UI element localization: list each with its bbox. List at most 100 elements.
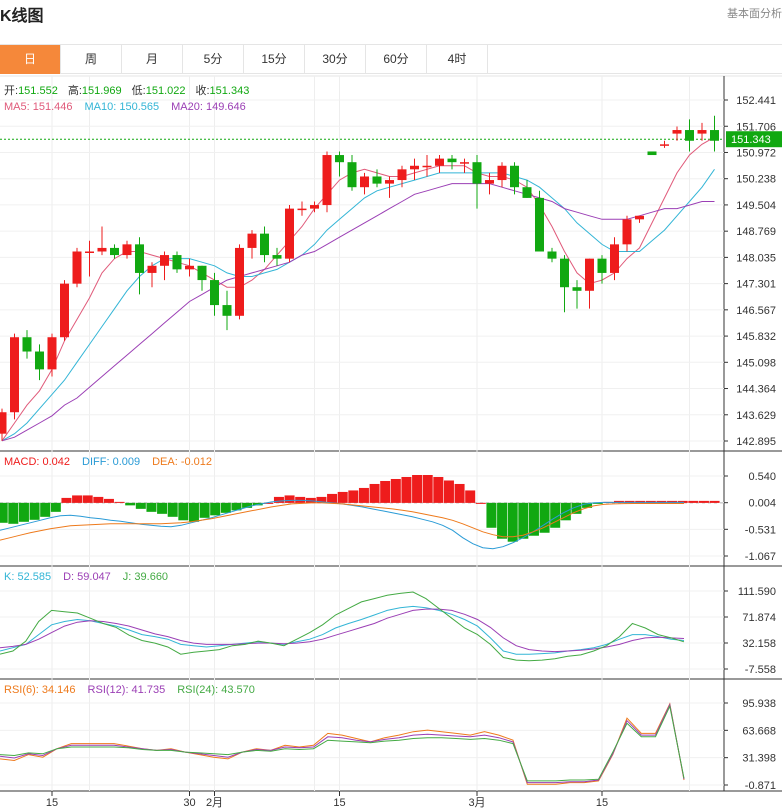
candle-body [385, 180, 394, 184]
kdj-info-item: K: 52.585 [4, 571, 51, 583]
rsi6-line [0, 702, 685, 785]
candle-body [197, 265, 207, 281]
candle-body [535, 197, 544, 252]
price-y-tick-label: 149.504 [736, 200, 776, 212]
ma20-line [1, 183, 715, 442]
macd-bar [167, 502, 178, 517]
candle-body [435, 158, 444, 166]
macd-bar [497, 502, 508, 539]
candle-body [660, 144, 669, 146]
macd-panel: 0.540 0.004 -0.531 -1.067 MACD: 0.042 DIFF: 0… [0, 456, 776, 563]
candle-body [547, 251, 557, 259]
rsi-info: RSI(6): 34.146 RSI(12): 41.735 RSI(24): 43… [4, 684, 255, 696]
macd-y-tick-label: 0.540 [748, 471, 776, 483]
ohlc-value: 151.022 [146, 85, 186, 97]
x-tick-label: 3月 [468, 797, 485, 809]
price-y-tick-label: 143.629 [736, 410, 776, 422]
rsi-info-item: RSI(6): 34.146 [4, 684, 76, 696]
candle-body [160, 255, 169, 266]
candle-body [210, 280, 219, 306]
macd-bar [412, 475, 423, 503]
macd-bar [220, 502, 231, 513]
macd-bar [29, 502, 40, 520]
ma5-line [1, 136, 715, 442]
candle-body [147, 265, 157, 273]
candle-body [185, 265, 194, 270]
candle-body [410, 165, 419, 170]
macd-info-item: MACD: 0.042 [4, 456, 70, 468]
candle-body [72, 251, 82, 284]
candle-body [222, 305, 232, 316]
macd-bar [486, 502, 497, 528]
candle-body [235, 247, 244, 316]
macd-bar [443, 480, 454, 503]
kdj-y-tick-label: 71.874 [742, 612, 776, 624]
macd-bar [295, 496, 306, 503]
candle-body [122, 244, 132, 256]
candle-body [397, 169, 407, 181]
candle-body [35, 351, 44, 370]
macd-bar [146, 502, 157, 512]
candle-body [710, 130, 719, 141]
candle-body [110, 247, 119, 256]
macd-bar [61, 497, 72, 503]
x-tick-label: 15 [596, 797, 608, 809]
x-tick-label: 15 [46, 797, 58, 809]
kdj-y-tick-label: 111.590 [738, 586, 776, 598]
macd-bar [369, 483, 380, 503]
rsi-y-tick-label: 63.668 [742, 725, 776, 737]
macd-bar [422, 475, 433, 503]
price-y-tick-label: 146.567 [736, 305, 776, 317]
macd-bar [0, 502, 8, 523]
ma-info-item: MA5: 151.446 [4, 101, 73, 113]
macd-bar [72, 495, 83, 503]
candle-body [0, 412, 7, 434]
macd-bar [135, 502, 146, 509]
candle-body [135, 244, 144, 273]
macd-bar [401, 476, 412, 503]
macd-y-tick-label: 0.004 [748, 498, 776, 510]
candle-body [472, 162, 482, 184]
ohlc-label: 高: [68, 83, 82, 97]
macd-bar [103, 498, 114, 503]
macd-info-item: DIFF: 0.009 [82, 456, 140, 468]
macd-bar [50, 502, 61, 512]
candle-body [285, 208, 294, 259]
ma-info-item: MA10: 150.565 [85, 101, 160, 113]
macd-bar [698, 500, 709, 503]
rsi-y-tick-label: 31.398 [742, 753, 776, 765]
candle-body [372, 176, 382, 184]
candle-body [622, 219, 632, 245]
price-panel: 152.441151.706150.972150.238149.504148.7… [0, 83, 782, 448]
candle-body [310, 205, 319, 209]
candle-body [47, 337, 57, 370]
kdj-panel: 111.590 71.874 32.158 -7.558 K: 52.585 D: 59.… [0, 571, 776, 676]
ohlc-value: 151.552 [18, 85, 58, 97]
rsi-panel: 95.93863.66831.398-0.871RSI(6): 34.146 RS… [0, 684, 776, 792]
ohlc-value: 151.969 [82, 85, 122, 97]
candle-body [510, 165, 519, 188]
candle-body [485, 180, 494, 184]
kdj-y-tick-label: 32.158 [742, 638, 776, 650]
macd-bar [327, 493, 338, 503]
macd-bar [210, 502, 221, 516]
macd-bar [178, 502, 189, 521]
macd-bar [8, 502, 19, 524]
macd-bar [157, 502, 168, 514]
macd-bar [18, 502, 29, 522]
price-y-tick-label: 152.441 [736, 95, 776, 107]
candle-body [560, 258, 569, 288]
price-y-tick-label: 150.238 [736, 174, 776, 186]
macd-bar [348, 490, 359, 503]
candle-body [260, 233, 269, 256]
ohlc-label: 开: [4, 85, 18, 97]
candle-body [572, 287, 582, 291]
candle-body [97, 247, 107, 252]
candle-body [585, 258, 594, 291]
kline-chart[interactable]: 152.441151.706150.972150.238149.504148.7… [0, 0, 782, 811]
macd-bar [358, 487, 369, 503]
rsi-y-tick-label: 95.938 [742, 698, 776, 710]
ohlc-label: 低: [132, 84, 146, 97]
x-tick-label: 2月 [206, 797, 223, 809]
candle-body [522, 187, 532, 198]
